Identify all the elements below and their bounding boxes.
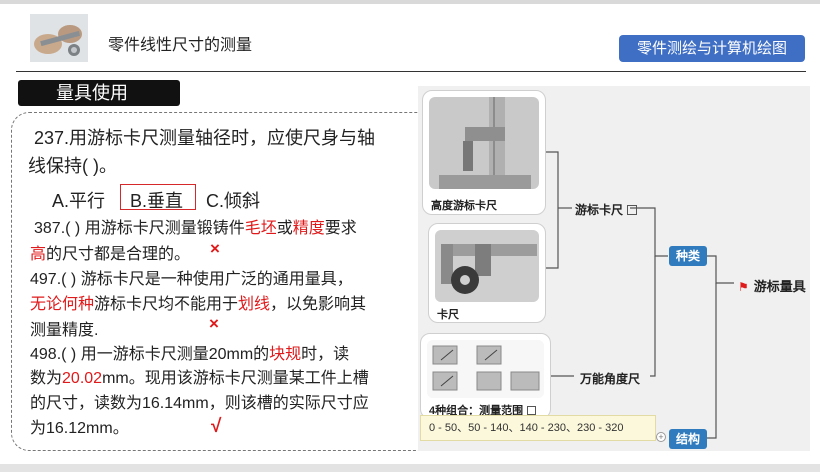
question-497-line3: 测量精度.	[30, 322, 99, 339]
height-gauge-photo	[429, 97, 539, 189]
flag-icon: ⚑	[738, 280, 749, 294]
node-types[interactable]: 种类	[669, 246, 707, 266]
combination-card[interactable]: 4种组合：测量范围	[420, 333, 551, 419]
question-497-line2: 无论何种游标卡尺均不能用于划线，以免影响其	[30, 290, 366, 314]
range-tooltip: 0 - 50、50 - 140、140 - 230、230 - 320	[420, 415, 656, 441]
course-badge: 零件测绘与计算机绘图	[619, 35, 805, 62]
header-divider	[16, 71, 806, 72]
question-498-line1: 498.( ) 用一游标卡尺测量20mm的块规时，读	[30, 340, 349, 364]
option-b: B.垂直	[130, 191, 184, 211]
question-498-line2: 数为20.02mm。现用该游标卡尺测量某工件上槽	[30, 364, 369, 388]
q387-keyword-2: 精度	[292, 220, 325, 237]
expand-plus-icon[interactable]: +	[656, 432, 666, 442]
page-title: 零件线性尺寸的测量	[108, 37, 253, 54]
q387-keyword-1: 毛坯	[244, 220, 277, 237]
q498-keyword-1: 块规	[269, 346, 302, 363]
question-498-line4: 为16.12mm。	[30, 420, 129, 437]
option-a: A.平行	[52, 191, 106, 211]
card-label-caliper: 卡尺	[437, 309, 459, 321]
top-band	[0, 0, 820, 4]
card-label-height: 高度游标卡尺	[431, 200, 497, 212]
header-photo	[30, 14, 88, 62]
question-387-line1: 387.( ) 用游标卡尺测量锻铸件毛坯或精度要求	[34, 214, 357, 238]
question-387-line2: 高的尺寸都是合理的。	[30, 240, 190, 264]
bottom-band	[0, 464, 820, 472]
note-icon[interactable]	[527, 406, 537, 415]
question-498-line3: 的尺寸，读数为16.14mm，则该槽的实际尺寸应	[30, 395, 369, 412]
node-vernier-label: 游标卡尺	[575, 203, 624, 217]
q387-text-3: 要求	[324, 220, 357, 237]
node-universal-bevel[interactable]: 万能角度尺	[580, 370, 640, 387]
combination-diagram	[427, 340, 544, 398]
caliper-card[interactable]: 卡尺	[428, 223, 546, 323]
q387-text-1: 387.( ) 用游标卡尺测量锻铸件	[34, 220, 245, 237]
q497-keyword-2: 划线	[238, 296, 271, 313]
q497-text-3: ，以免影响其	[270, 296, 367, 313]
caliper-photo	[435, 230, 539, 302]
q497-text-2: 游标卡尺均不能用于	[94, 296, 239, 313]
q498-text-3: 数为	[30, 370, 63, 387]
node-vernier-caliper[interactable]: 游标卡尺	[575, 201, 638, 218]
q498-keyword-2: 20.02	[62, 370, 103, 387]
node-structure[interactable]: 结构	[669, 429, 707, 449]
section-tab: 量具使用	[18, 80, 180, 106]
root-label: 游标量具	[753, 279, 806, 294]
wrong-mark-387: ×	[210, 239, 220, 258]
q387-text-2: 或	[276, 220, 293, 237]
q498-text-4: mm。现用该游标卡尺测量某工件上槽	[102, 370, 369, 387]
q498-text-2: 时，读	[301, 346, 350, 363]
option-c: C.倾斜	[206, 191, 260, 211]
q387-text-4: 的尺寸都是合理的。	[46, 246, 191, 263]
question-497-line1: 497.( ) 游标卡尺是一种使用广泛的通用量具，	[30, 271, 353, 288]
question-237-line2: 线保持( )。	[28, 156, 117, 176]
question-237-line1: 237.用游标卡尺测量轴径时，应使尺身与轴	[34, 128, 376, 148]
q497-keyword-1: 无论何种	[30, 296, 95, 313]
correct-mark-498: √	[211, 416, 222, 437]
height-gauge-card[interactable]: 高度游标卡尺	[422, 90, 546, 215]
wrong-mark-497: ×	[209, 314, 219, 333]
note-icon[interactable]	[627, 205, 638, 215]
root-node[interactable]: ⚑ 游标量具	[738, 276, 806, 295]
q498-text-1: 498.( ) 用一游标卡尺测量20mm的	[30, 346, 270, 363]
q387-keyword-3: 高	[30, 246, 47, 263]
